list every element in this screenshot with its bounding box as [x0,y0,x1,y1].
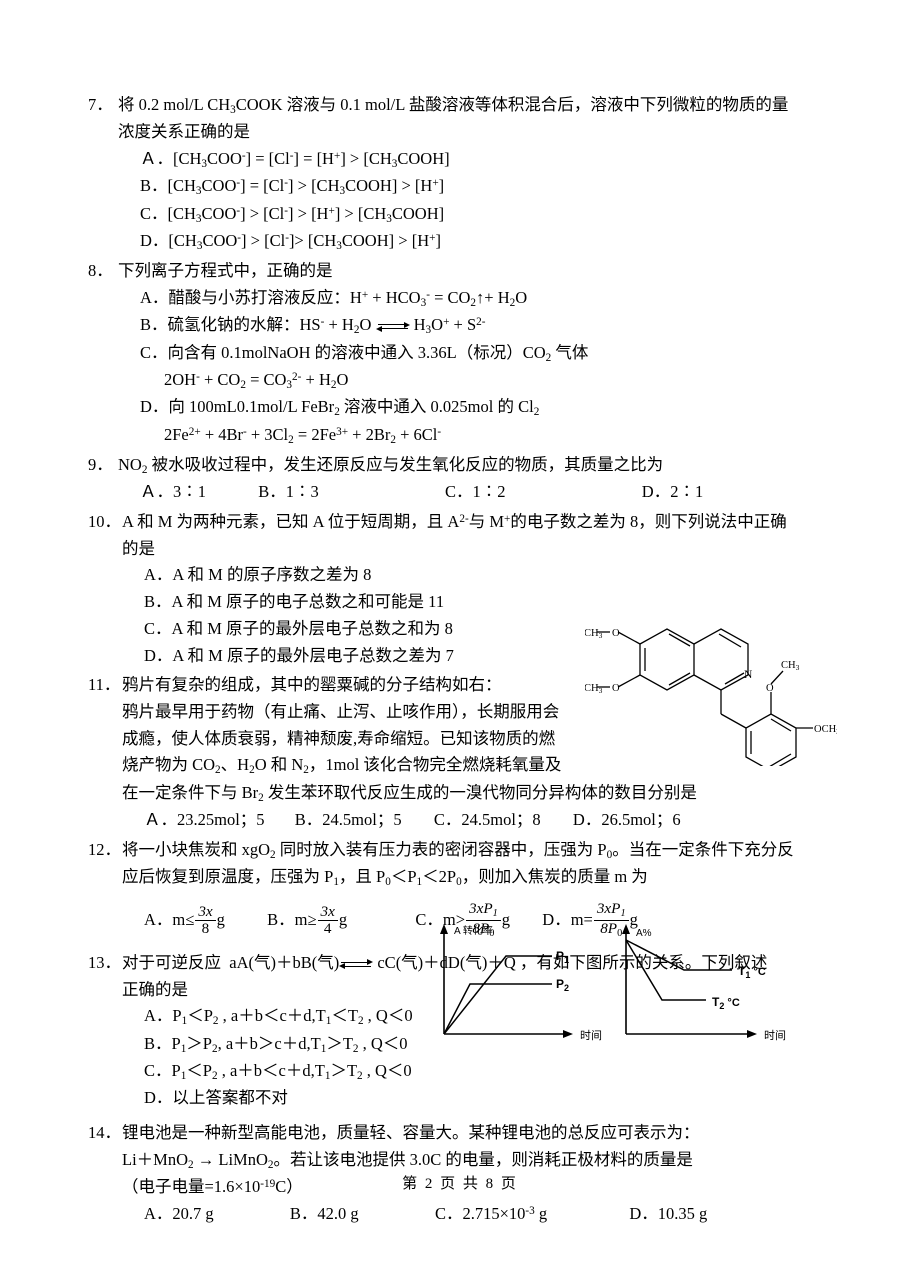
y-axis-arrow-icon [440,924,448,934]
question-number: 14． [88,1122,121,1142]
series-label-t2: T2 °C [712,995,740,1011]
question-stem-line: 将 0.2 mol/L CH3COOK 溶液与 0.1 mol/L 盐酸溶液等体… [118,95,789,117]
question-stem-line: 下列离子方程式中，正确的是 [118,261,333,281]
option-b: B．42.0 g [289,1203,359,1223]
option-b: B．m≥ 3x 4 g [267,903,348,938]
option-a: A．醋酸与小苏打溶液反应：H+ + HCO3- = CO2↑+ H2O [140,288,528,310]
chart-right-ylabel: A% [636,928,652,939]
option-a: Ａ．23.25mol；5 [144,810,265,829]
question-number: 10． [88,511,121,531]
option-c-equation: 2OH- + CO2 = CO32- + H2O [164,369,349,392]
chart-a-percent-vs-time: A% T1 °C T2 °C 时间 [614,918,814,1043]
question-number: 12． [88,839,121,859]
oxygen-bottom-left-label: O [612,683,620,694]
methoxy-top-left-label: CH3 [585,628,603,640]
option-a: A．A 和 M 的原子序数之差为 8 [144,565,372,585]
question-7: 7． 将 0.2 mol/L CH3COOK 溶液与 0.1 mol/L 盐酸溶… [88,92,832,255]
options-inline: Ａ．3∶1 B．1∶3 C．1∶2 D．2∶1 [118,479,832,506]
x-axis-arrow-icon [563,1030,573,1038]
option-b: B．[CH3COO-] = [Cl-] > [CH3COOH] > [H+] [140,176,445,198]
oxygen-right-upper-label: O [766,683,774,694]
options-inline: A．20.7 g B．42.0 g C．2.715×10-3 g D．10.35… [122,1201,832,1228]
option-d: D．26.5mol；6 [572,810,681,829]
question-number: 13． [88,952,121,972]
nitrogen-label: N [744,669,753,681]
oxygen-top-left-label: O [612,628,620,639]
option-c: C．P1＜P2 , a＋b＜c＋d,T1＞T2 , Q＜0 [144,1060,412,1082]
chart-left-svg: A 转化率 P1 P2 时间 [440,924,602,1042]
question-number: 8． [88,261,113,281]
option-c: C．1∶2 [445,482,506,502]
option-c: C．24.5mol；8 [433,810,541,829]
methoxy-bottom-left-label: CH3 [585,683,603,695]
option-d: D．[CH3COO-] > [Cl-]> [CH3COOH] > [H+] [140,230,441,253]
question-stem-line: A 和 M 为两种元素，已知 A 位于短周期，且 A2-与 M+的电子数之差为 … [122,511,787,531]
options-inline: Ａ．23.25mol；5 B．24.5mol；5 C．24.5mol；8 D．2… [122,807,832,834]
chart-right-svg: A% T1 °C T2 °C 时间 [622,924,786,1042]
series-label-t1: T1 °C [738,964,766,980]
option-b: B．24.5mol；5 [294,810,402,829]
option-a: A．m≤ 3x 8 g [144,903,225,938]
question-stem-line: 在一定条件下与 Br2 发生苯环取代反应生成的一溴代物同分异构体的数目分别是 [122,782,697,804]
question-number: 11． [88,675,121,695]
equilibrium-arrows-icon [375,318,410,335]
option-a: Ａ．3∶1 [140,482,206,502]
option-d: D．10.35 g [629,1203,708,1223]
option-d-equation: 2Fe2+ + 4Br- + 3Cl2 = 2Fe3+ + 2Br2 + 6Cl… [164,424,442,446]
question-number: 9． [88,454,113,474]
question-stem-line: 浓度关系正确的是 [118,122,250,142]
option-a: A．20.7 g [144,1203,214,1223]
option-b: B．A 和 M 原子的电子总数之和可能是 11 [144,592,445,612]
option-d: D．2∶1 [641,482,704,502]
question-body: 下列离子方程式中，正确的是 A．醋酸与小苏打溶液反应：H+ + HCO3- = … [88,258,832,449]
equilibrium-arrows-icon [339,956,374,973]
y-axis-arrow-icon [622,924,630,934]
molecule-svg: CH3 O CH3 O N CH3 O OCH3 [584,628,840,772]
series-label-p2: P2 [556,977,569,993]
chart-conversion-vs-time: A 转化率 P1 P2 时间 [432,918,627,1043]
question-stem-line: 应后恢复到原温度，压强为 P1，且 P0＜P1＜2P0，则加入焦炭的质量 m 为 [122,867,648,889]
chart-left-xlabel: 时间 [580,1029,602,1042]
series-label-p1: P1 [556,949,569,965]
question-body: 将 0.2 mol/L CH3COOK 溶液与 0.1 mol/L 盐酸溶液等体… [88,92,832,255]
x-axis-arrow-icon [747,1030,757,1038]
question-stem-line: 将一小块焦炭和 xgO2 同时放入装有压力表的密闭容器中，压强为 P0。当在一定… [122,839,794,861]
question-stem-line: 的是 [122,538,155,558]
option-d: D．以上答案都不对 [144,1088,288,1108]
option-c: C．向含有 0.1molNaOH 的溶液中通入 3.36L（标况）CO2 气体 [140,342,589,364]
question-stem-line: NO2 被水吸收过程中，发生还原反应与发生氧化反应的物质，其质量之比为 [118,454,664,477]
option-d: D．向 100mL0.1mol/L FeBr2 溶液中通入 0.025mol 的… [140,397,540,419]
question-stem-line: 锂电池是一种新型高能电池，质量轻、容量大。某种锂电池的总反应可表示为： [122,1122,700,1142]
question-stem-line: Li＋MnO2 → LiMnO2。若让该电池提供 3.0C 的电量，则消耗正极材… [122,1149,693,1171]
papaverine-structure-figure: CH3 O CH3 O N CH3 O OCH3 [584,616,840,772]
question-8: 8． 下列离子方程式中，正确的是 A．醋酸与小苏打溶液反应：H+ + HCO3-… [88,258,832,449]
option-c: C．[CH3COO-] > [Cl-] > [H+] > [CH3COOH] [140,203,445,225]
exam-page: 7． 将 0.2 mol/L CH3COOK 溶液与 0.1 mol/L 盐酸溶… [0,0,920,1268]
methoxy-right-lower-label: OCH3 [814,724,837,736]
option-c: C．2.715×10-3 g [434,1203,548,1223]
option-a: Ａ．[CH3COO-] = [Cl-] = [H+] > [CH3COOH] [140,149,450,171]
chart-left-ylabel: A 转化率 [454,924,493,937]
methoxy-right-upper-label: CH3 [781,660,800,672]
chart-right-xlabel: 时间 [764,1029,786,1042]
page-footer: 第 2 页 共 8 页 [402,1176,518,1192]
option-b: B．硫氢化钠的水解：HS- + H2O H3O+ + S2- [140,315,486,337]
question-body: NO2 被水吸收过程中，发生还原反应与发生氧化反应的物质，其质量之比为 Ａ．3∶… [88,452,832,506]
question-number: 7． [88,95,113,114]
question-9: 9． NO2 被水吸收过程中，发生还原反应与发生氧化反应的物质，其质量之比为 Ａ… [88,452,832,506]
option-b: B．1∶3 [258,482,319,502]
